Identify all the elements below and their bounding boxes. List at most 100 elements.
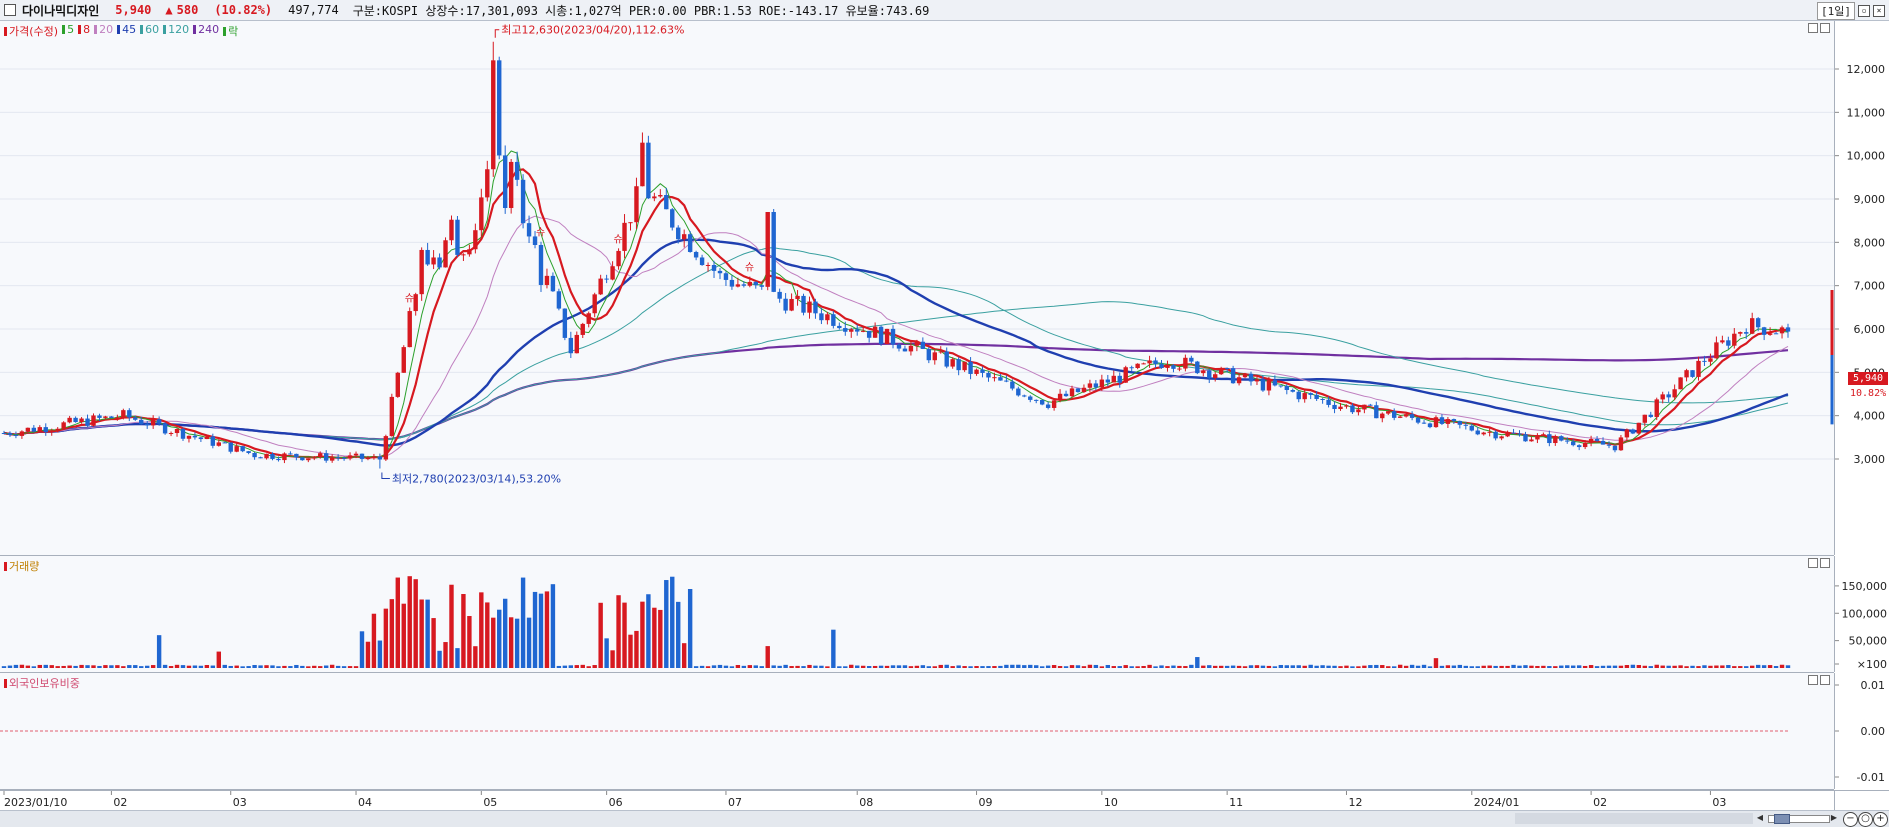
candle [1517,433,1522,435]
volume-bar [461,594,466,668]
candle [97,415,102,418]
foreign-panel-restore-icon[interactable] [1808,675,1818,685]
scroll-left-icon[interactable]: ◀ [1756,813,1764,823]
low-annotation: 최저2,780(2023/03/14),53.20% [392,473,561,486]
volume-bar [329,664,335,668]
volume-bar [693,666,699,668]
volume-bar [121,666,126,668]
volume-bar [771,665,776,668]
foreign-ownership-chart[interactable] [0,673,1834,789]
chart-scrollbar[interactable]: ◀ ▶ − ○ + [0,810,1889,827]
volume-panel-close-icon[interactable] [1820,558,1830,568]
legend-label: 가격(수정) [9,25,59,38]
volume-bar [628,634,633,668]
legend-item[interactable]: 45 [117,23,136,39]
volume-bar [365,641,371,668]
candle [1272,380,1278,386]
volume-bar [25,665,31,668]
candle [139,419,144,425]
volume-bar [1445,665,1451,668]
volume-bar [144,665,150,668]
legend-item[interactable]: 20 [94,23,113,39]
volume-bar [1618,665,1624,668]
volume-bar [1224,665,1230,668]
candle [1732,333,1737,346]
window-checkbox[interactable] [4,4,16,16]
candle [1612,445,1618,451]
candle [1302,393,1307,400]
foreign-ownership-panel[interactable]: 외국인보유비중 [0,673,1834,790]
price-chart[interactable]: 최고12,630(2023/04/20),112.63% 최저2,780(2023… [0,21,1834,555]
volume-bar [1087,664,1093,668]
candle [1409,414,1415,418]
legend-item[interactable]: 락 [223,23,238,39]
volume-bar [240,666,245,668]
zoom-in-icon[interactable]: + [1873,812,1888,827]
volume-bar [747,665,753,668]
volume-bar [1368,665,1373,668]
candle [186,435,192,439]
volume-bar [1374,664,1379,668]
zoom-out-icon[interactable]: − [1843,812,1858,827]
legend-item[interactable]: 가격(수정) [4,23,58,39]
candle [347,455,353,459]
price-panel[interactable]: 가격(수정) 5 8 20 45 60 120 240 락 최고12,630(2023/04/2… [0,21,1834,556]
title-bar: 다이나믹디자인 5,940 ▲ 580 (10.82%) 497,774 구분:… [0,0,1889,21]
candle [1344,405,1349,407]
candle [61,422,66,429]
candle [896,344,902,349]
legend-item[interactable]: 120 [163,23,189,39]
candle [395,372,400,397]
volume-bar [7,665,13,668]
volume-bar [1767,665,1773,668]
volume-bar [1230,665,1236,668]
legend-swatch [193,25,197,34]
volume-bar [150,665,156,668]
volume-panel[interactable]: 거래량 [0,556,1834,673]
candle [1553,436,1558,444]
period-selector[interactable]: [1일] [1817,2,1855,20]
candle [13,434,19,436]
legend-label: 45 [122,23,137,36]
period-label: 1일 [1827,5,1845,18]
candle [85,418,90,426]
legend-label: 5 [67,23,75,36]
legend-item[interactable]: 240 [193,23,219,39]
volume-bar [1129,666,1134,668]
candle [162,423,168,434]
volume-bar [1565,665,1570,668]
panel-close-icon[interactable] [1820,23,1830,33]
candle [866,330,872,338]
panel-restore-icon[interactable] [1808,23,1818,33]
close-icon[interactable]: × [1873,5,1885,17]
candle [777,291,782,299]
volume-bar [759,666,764,668]
volume-bar [1487,665,1492,668]
legend-item[interactable]: 8 [78,23,90,39]
volume-chart[interactable] [0,556,1834,672]
scroll-right-icon[interactable]: ▶ [1830,813,1838,823]
candle [497,60,502,156]
volume-bar [890,665,896,668]
candle [902,348,908,352]
scroll-thumb[interactable] [1774,814,1790,824]
restore-icon[interactable]: ▫ [1858,5,1870,17]
volume-bar [843,666,848,668]
volume-bar [1266,665,1272,668]
candle [168,433,174,435]
legend-item[interactable]: 60 [140,23,159,39]
volume-bar [1553,666,1558,668]
candle [1529,439,1534,442]
candle [246,451,251,454]
volume-bar [526,617,532,668]
signal-marker: 슈 [745,262,754,274]
foreign-panel-close-icon[interactable] [1820,675,1830,685]
candle [73,417,78,423]
zoom-reset-icon[interactable]: ○ [1858,812,1873,827]
volume-bar [1606,665,1612,668]
volume-bar [1773,666,1779,668]
stock-name[interactable]: 다이나믹디자인 [22,2,99,19]
volume-panel-restore-icon[interactable] [1808,558,1818,568]
stock-info: 구분:KOSPI 상장수:17,301,093 시총:1,027억 PER:0.… [352,3,930,18]
legend-item[interactable]: 5 [62,23,74,39]
